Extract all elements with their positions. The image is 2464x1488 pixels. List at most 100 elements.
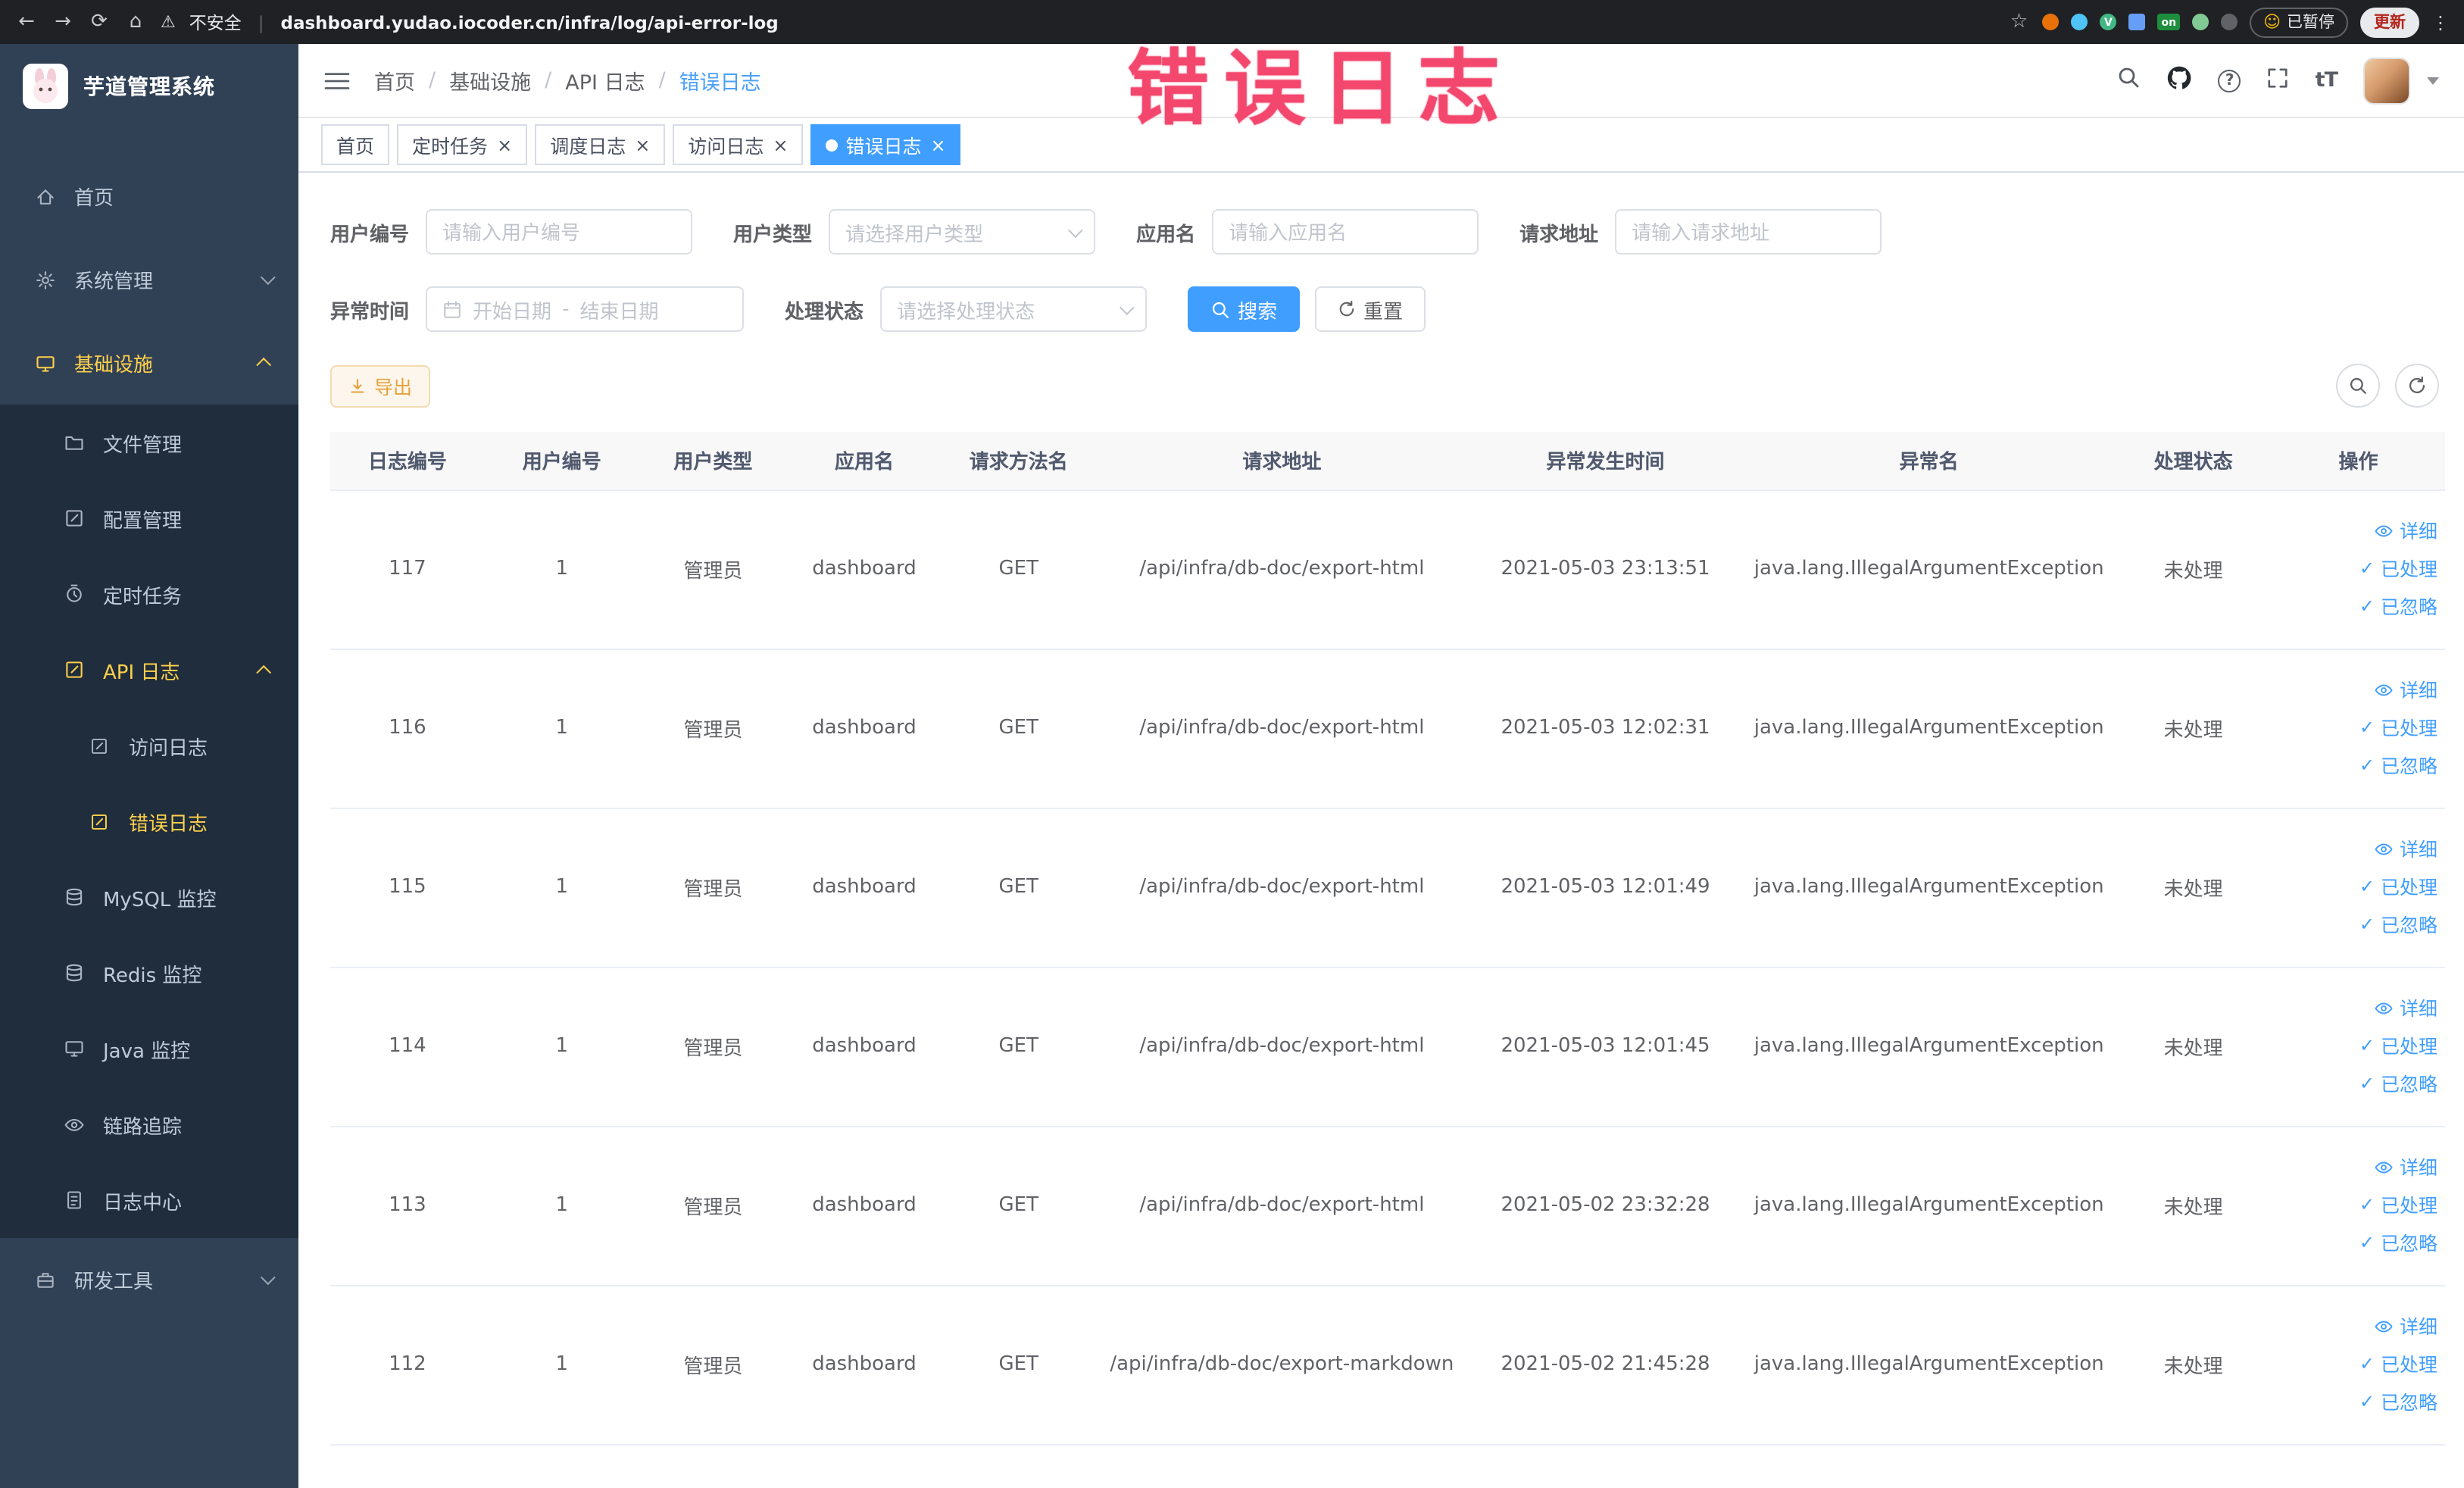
cell-app-name: dashboard <box>787 1285 942 1445</box>
sidebar-item-api-logs[interactable]: API 日志 <box>0 632 298 708</box>
fullscreen-icon[interactable] <box>2267 66 2290 95</box>
action-processed[interactable]: ✓ 已处理 <box>2279 1027 2437 1065</box>
extension-on-badge[interactable]: on <box>2157 14 2181 30</box>
security-label[interactable]: 不安全 <box>189 10 242 34</box>
active-dot <box>826 139 839 151</box>
date-range-picker[interactable]: 开始日期 - 结束日期 <box>426 286 745 332</box>
action-detail[interactable]: 详细 <box>2279 1149 2437 1186</box>
search-icon[interactable] <box>2117 65 2141 95</box>
refresh-button[interactable] <box>2395 364 2439 408</box>
extension-icon-grid[interactable] <box>2128 14 2146 30</box>
github-icon[interactable] <box>2167 64 2193 96</box>
cell-app-name: dashboard <box>787 1126 942 1286</box>
sidebar-item-error-logs[interactable]: 错误日志 <box>0 783 298 859</box>
cell-app-name: dashboard <box>787 967 942 1127</box>
action-ignored[interactable]: ✓ 已忽略 <box>2279 1383 2437 1421</box>
action-ignored[interactable]: ✓ 已忽略 <box>2279 1224 2437 1262</box>
sidebar-item-label: 首页 <box>74 188 114 211</box>
address-bar[interactable]: dashboard.yudao.iocoder.cn/infra/log/api… <box>281 11 779 33</box>
extension-icon-blue[interactable] <box>2071 14 2088 30</box>
user-id-input[interactable] <box>426 209 693 255</box>
cell-status: 未处理 <box>2115 967 2272 1127</box>
update-button[interactable]: 更新 <box>2360 7 2419 37</box>
reload-icon[interactable]: ⟳ <box>88 11 111 33</box>
close-icon[interactable]: × <box>773 136 788 154</box>
forward-icon[interactable]: → <box>52 11 74 33</box>
sidebar-item-link-tracing[interactable]: 链路追踪 <box>0 1086 298 1162</box>
tab-label: 定时任务 <box>412 135 489 158</box>
request-url-input[interactable] <box>1615 209 1882 255</box>
table-row: 113 1 管理员 dashboard GET /api/infra/db-do… <box>330 1126 2445 1286</box>
cell-status: 未处理 <box>2115 1126 2272 1286</box>
process-status-label: 处理状态 <box>785 301 864 324</box>
sidebar-item-redis-monitor[interactable]: Redis 监控 <box>0 935 298 1011</box>
action-detail[interactable]: 详细 <box>2279 989 2437 1027</box>
sidebar-item-dev-tools[interactable]: 研发工具 <box>0 1238 298 1321</box>
action-processed[interactable]: ✓ 已处理 <box>2279 1346 2437 1383</box>
close-icon[interactable]: × <box>497 136 512 154</box>
tab-home[interactable]: 首页 <box>321 124 390 165</box>
action-ignored[interactable]: ✓ 已忽略 <box>2279 588 2437 626</box>
toggle-search-button[interactable] <box>2336 364 2380 408</box>
close-icon[interactable]: × <box>931 136 946 154</box>
help-icon[interactable]: ? <box>2218 69 2241 92</box>
action-processed[interactable]: ✓ 已处理 <box>2279 868 2437 906</box>
font-size-icon[interactable]: tT <box>2316 68 2338 92</box>
sidebar-item-system[interactable]: 系统管理 <box>0 238 298 321</box>
bookmark-star-icon[interactable]: ☆ <box>2007 11 2030 33</box>
home-icon[interactable]: ⌂ <box>124 11 147 33</box>
overflow-menu-icon[interactable]: ⋮ <box>2431 11 2450 33</box>
vue-devtools-icon[interactable]: V <box>2100 14 2117 30</box>
tab-access-logs[interactable]: 访问日志 × <box>673 124 804 165</box>
tab-error-logs[interactable]: 错误日志 × <box>810 124 961 165</box>
paused-chip[interactable]: ☺ 已暂停 <box>2250 7 2348 37</box>
action-detail[interactable]: 详细 <box>2279 671 2437 709</box>
tab-schedule-logs[interactable]: 调度日志 × <box>535 124 666 165</box>
action-detail[interactable]: 详细 <box>2279 830 2437 868</box>
sidebar-item-java-monitor[interactable]: Java 监控 <box>0 1011 298 1086</box>
check-icon: ✓ <box>2359 1353 2375 1374</box>
tab-label: 错误日志 <box>845 135 922 158</box>
action-processed[interactable]: ✓ 已处理 <box>2279 709 2437 747</box>
sidebar-item-infrastructure[interactable]: 基础设施 <box>0 321 298 405</box>
breadcrumb-infrastructure[interactable]: 基础设施 <box>449 65 531 95</box>
cell-exception-time: 2021-05-02 21:45:28 <box>1468 1285 1743 1445</box>
extension-icon-green[interactable] <box>2192 14 2209 30</box>
error-log-table: 日志编号 用户编号 用户类型 应用名 请求方法名 请求地址 异常发生时间 异常名… <box>330 432 2445 1445</box>
action-ignored[interactable]: ✓ 已忽略 <box>2279 747 2437 785</box>
sidebar-item-log-center[interactable]: 日志中心 <box>0 1162 298 1238</box>
action-detail[interactable]: 详细 <box>2279 1308 2437 1346</box>
app-title: 芋道管理系统 <box>83 75 215 99</box>
search-button[interactable]: 搜索 <box>1188 286 1301 332</box>
extension-icon-gray[interactable] <box>2221 14 2238 30</box>
breadcrumb-api-logs[interactable]: API 日志 <box>565 65 645 95</box>
user-type-select[interactable]: 请选择用户类型 <box>829 209 1096 255</box>
sidebar-item-config-management[interactable]: 配置管理 <box>0 480 298 556</box>
action-detail[interactable]: 详细 <box>2279 512 2437 550</box>
action-ignored[interactable]: ✓ 已忽略 <box>2279 1065 2437 1103</box>
export-button[interactable]: 导出 <box>330 364 431 407</box>
tab-scheduled-tasks[interactable]: 定时任务 × <box>397 124 528 165</box>
process-status-select[interactable]: 请选择处理状态 <box>880 286 1148 332</box>
logo[interactable]: 芋道管理系统 <box>0 44 298 127</box>
extension-icon-orange[interactable] <box>2042 14 2060 30</box>
cell-user-type: 管理员 <box>639 808 788 968</box>
check-icon: ✓ <box>2359 558 2375 579</box>
action-processed[interactable]: ✓ 已处理 <box>2279 1186 2437 1224</box>
app-name-input[interactable] <box>1212 209 1479 255</box>
reset-button[interactable]: 重置 <box>1315 286 1426 332</box>
avatar[interactable] <box>2363 57 2410 104</box>
caret-down-icon[interactable] <box>2427 77 2439 84</box>
sidebar-item-file-management[interactable]: 文件管理 <box>0 405 298 480</box>
back-icon[interactable]: ← <box>15 11 38 33</box>
action-processed[interactable]: ✓ 已处理 <box>2279 550 2437 588</box>
sidebar-item-mysql-monitor[interactable]: MySQL 监控 <box>0 859 298 935</box>
sidebar-item-scheduled-tasks[interactable]: 定时任务 <box>0 556 298 632</box>
sidebar-item-access-logs[interactable]: 访问日志 <box>0 708 298 783</box>
breadcrumb-home[interactable]: 首页 <box>374 65 415 95</box>
hamburger-icon[interactable] <box>324 69 350 92</box>
close-icon[interactable]: × <box>635 136 650 154</box>
cell-log-id: 112 <box>330 1285 485 1445</box>
action-ignored[interactable]: ✓ 已忽略 <box>2279 906 2437 944</box>
sidebar-item-home[interactable]: 首页 <box>0 155 298 238</box>
